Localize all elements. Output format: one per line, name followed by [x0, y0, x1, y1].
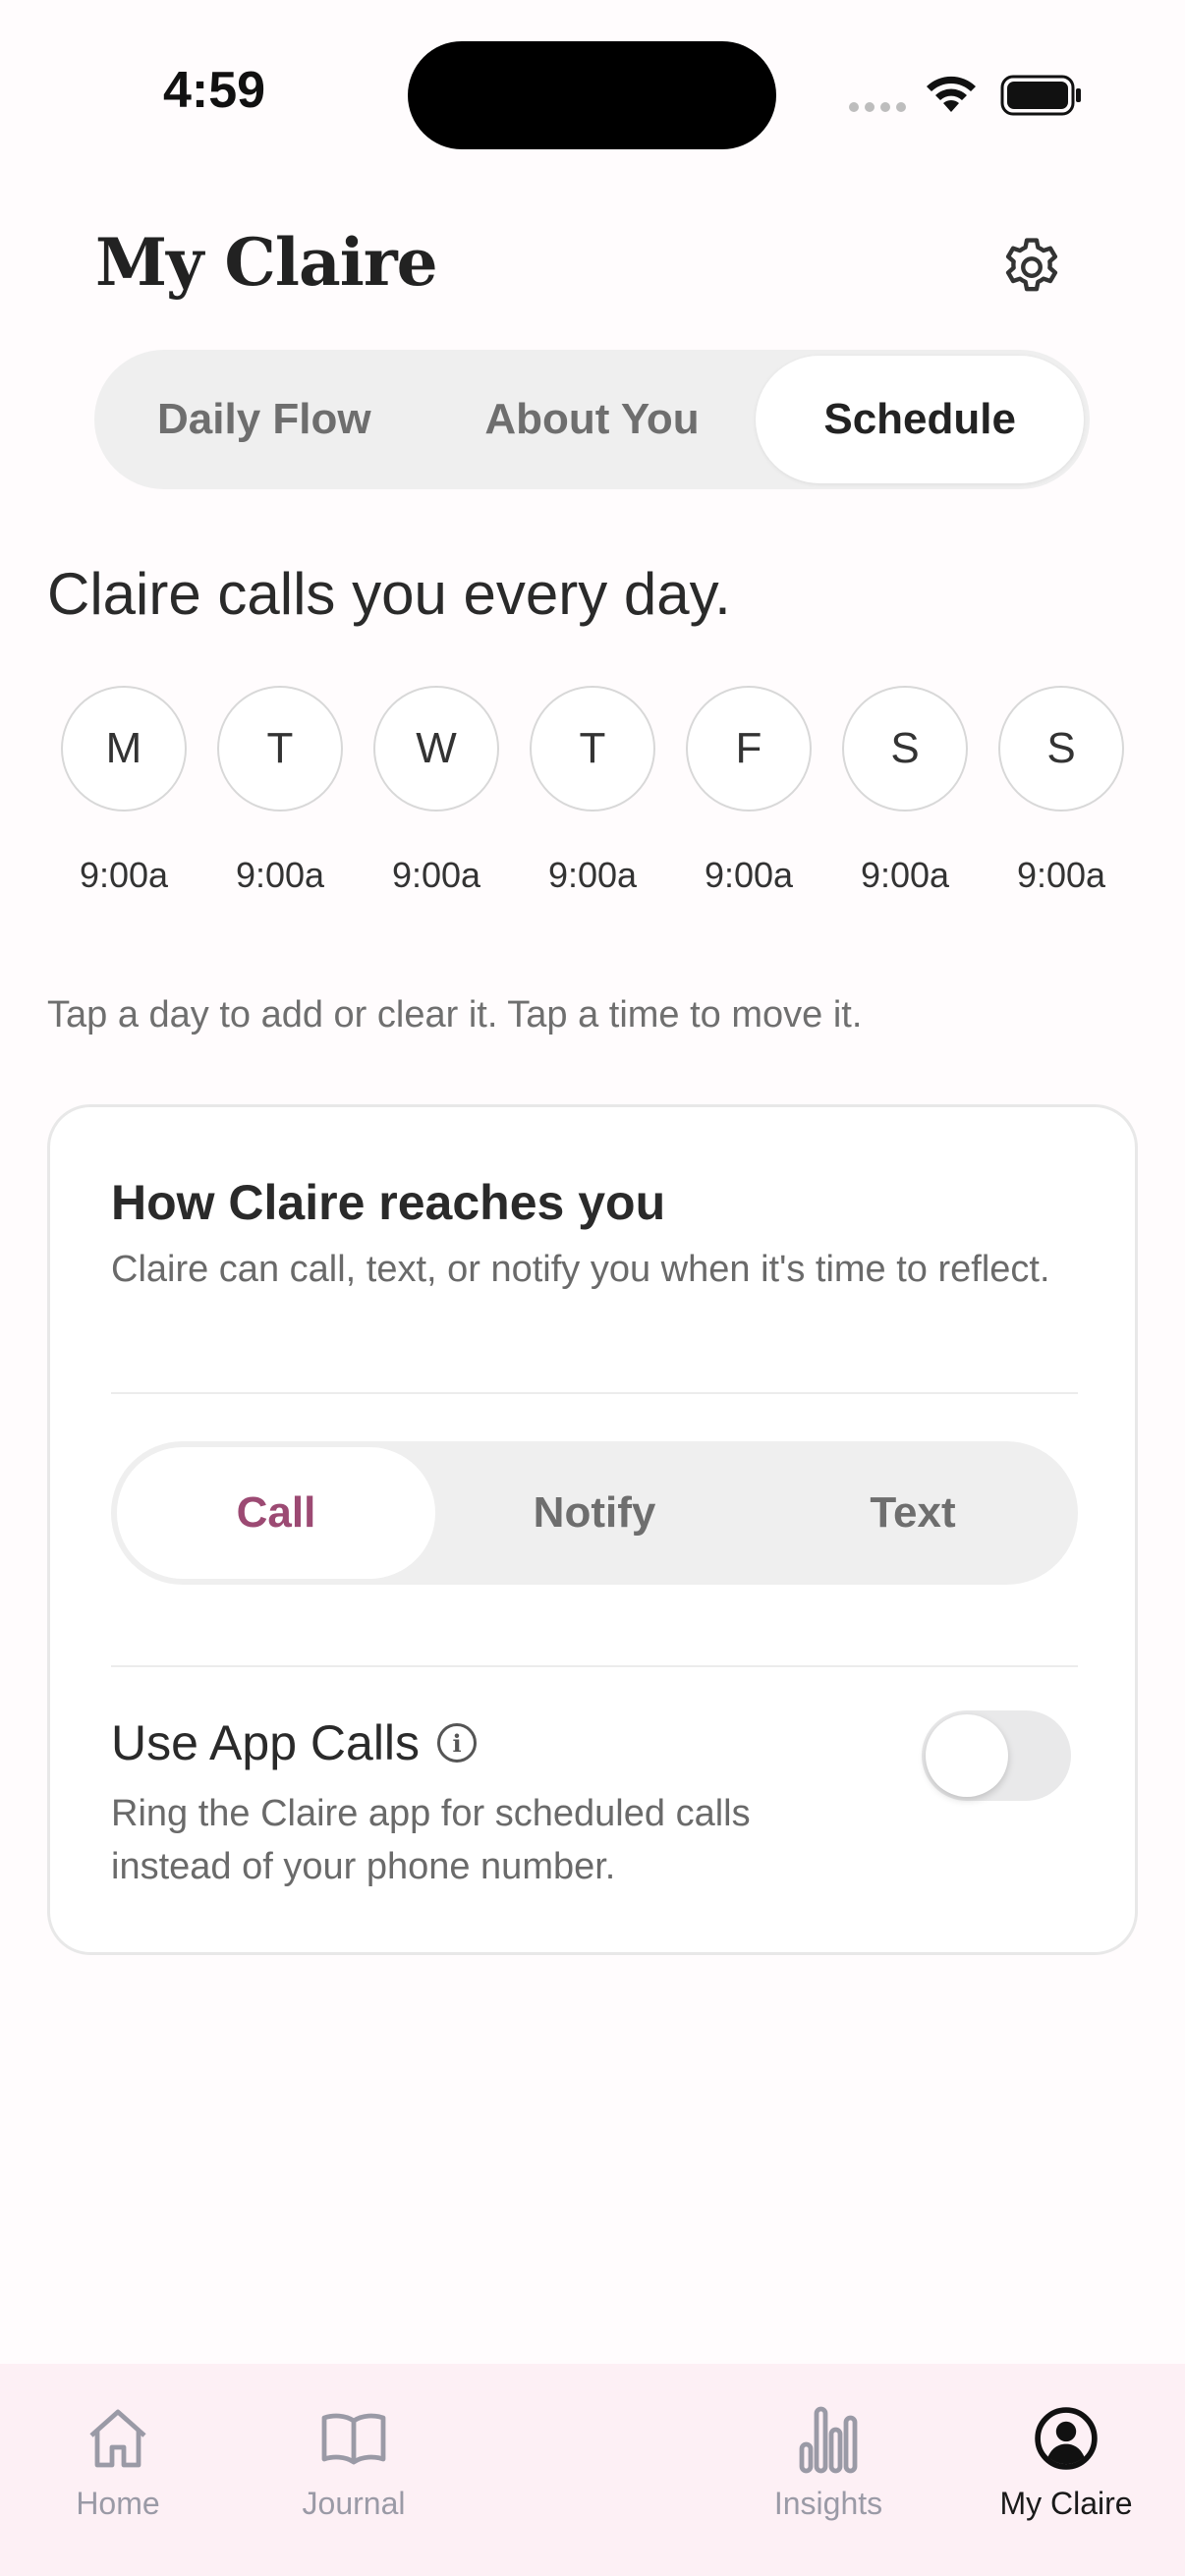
nav-my-claire-label: My Claire	[999, 2486, 1133, 2521]
mode-text[interactable]: Text	[754, 1447, 1072, 1579]
tab-schedule[interactable]: Schedule	[756, 356, 1085, 483]
tab-daily-flow[interactable]: Daily Flow	[100, 356, 428, 483]
schedule-hint: Tap a day to add or clear it. Tap a time…	[47, 994, 863, 1036]
day-thursday: T 9:00a	[528, 686, 657, 896]
page-title: My Claire	[95, 224, 438, 301]
app-calls-title: Use App Calls	[111, 1715, 421, 1770]
info-icon[interactable]: i	[437, 1723, 478, 1763]
reach-card-description: Claire can call, text, or notify you whe…	[111, 1249, 1050, 1290]
app-calls-toggle[interactable]	[922, 1710, 1071, 1801]
wifi-icon	[927, 76, 976, 112]
cellular-signal-icon	[849, 102, 906, 112]
day-toggle-tuesday[interactable]: T	[217, 686, 343, 812]
nav-journal[interactable]: Journal	[265, 2403, 442, 2522]
day-tuesday: T 9:00a	[215, 686, 345, 896]
dynamic-island	[408, 41, 776, 149]
day-toggle-friday[interactable]: F	[686, 686, 812, 812]
mode-notify[interactable]: Notify	[435, 1447, 754, 1579]
app-calls-description: Ring the Claire app for scheduled calls …	[111, 1793, 751, 1887]
day-time-monday[interactable]: 9:00a	[80, 855, 168, 896]
day-toggle-sunday[interactable]: S	[998, 686, 1124, 812]
day-toggle-saturday[interactable]: S	[842, 686, 968, 812]
day-picker: M 9:00a T 9:00a W 9:00a T 9:00a F 9:00a …	[59, 686, 1126, 896]
bar-chart-icon	[799, 2406, 858, 2474]
bottom-nav: Home Journal Insights My Claire	[0, 2364, 1185, 2576]
day-monday: M 9:00a	[59, 686, 189, 896]
page: 4:59 My Claire Daily Flow About You Sche…	[0, 0, 1185, 2576]
reach-card-title: How Claire reaches you	[111, 1175, 666, 1230]
day-sunday: S 9:00a	[996, 686, 1126, 896]
nav-insights-label: Insights	[773, 2486, 883, 2521]
day-time-friday[interactable]: 9:00a	[705, 855, 793, 896]
reach-card: How Claire reaches you Claire can call, …	[47, 1104, 1138, 1955]
book-icon	[321, 2413, 386, 2465]
day-time-saturday[interactable]: 9:00a	[861, 855, 949, 896]
user-circle-icon	[1035, 2407, 1098, 2470]
day-wednesday: W 9:00a	[371, 686, 501, 896]
nav-insights[interactable]: Insights	[740, 2403, 917, 2522]
top-tabs: Daily Flow About You Schedule	[94, 350, 1090, 489]
day-toggle-wednesday[interactable]: W	[373, 686, 499, 812]
nav-home[interactable]: Home	[29, 2403, 206, 2522]
gear-icon[interactable]	[997, 233, 1066, 302]
tab-about-you[interactable]: About You	[428, 356, 757, 483]
toggle-knob	[926, 1714, 1008, 1797]
day-time-wednesday[interactable]: 9:00a	[392, 855, 480, 896]
nav-my-claire[interactable]: My Claire	[978, 2403, 1155, 2522]
schedule-headline: Claire calls you every day.	[47, 561, 731, 627]
day-toggle-thursday[interactable]: T	[530, 686, 655, 812]
nav-home-label: Home	[76, 2486, 160, 2521]
day-time-thursday[interactable]: 9:00a	[548, 855, 637, 896]
app-calls-row: Use App Calls i	[111, 1714, 478, 1771]
divider	[111, 1392, 1078, 1394]
contact-mode-selector: Call Notify Text	[111, 1441, 1078, 1585]
day-time-sunday[interactable]: 9:00a	[1017, 855, 1105, 896]
day-saturday: S 9:00a	[840, 686, 970, 896]
day-friday: F 9:00a	[684, 686, 814, 896]
status-time: 4:59	[163, 62, 266, 119]
nav-journal-label: Journal	[302, 2486, 406, 2521]
divider	[111, 1665, 1078, 1667]
home-icon	[89, 2409, 146, 2468]
day-toggle-monday[interactable]: M	[61, 686, 187, 812]
day-time-tuesday[interactable]: 9:00a	[236, 855, 324, 896]
battery-icon	[1000, 75, 1081, 116]
mode-call[interactable]: Call	[117, 1447, 435, 1579]
